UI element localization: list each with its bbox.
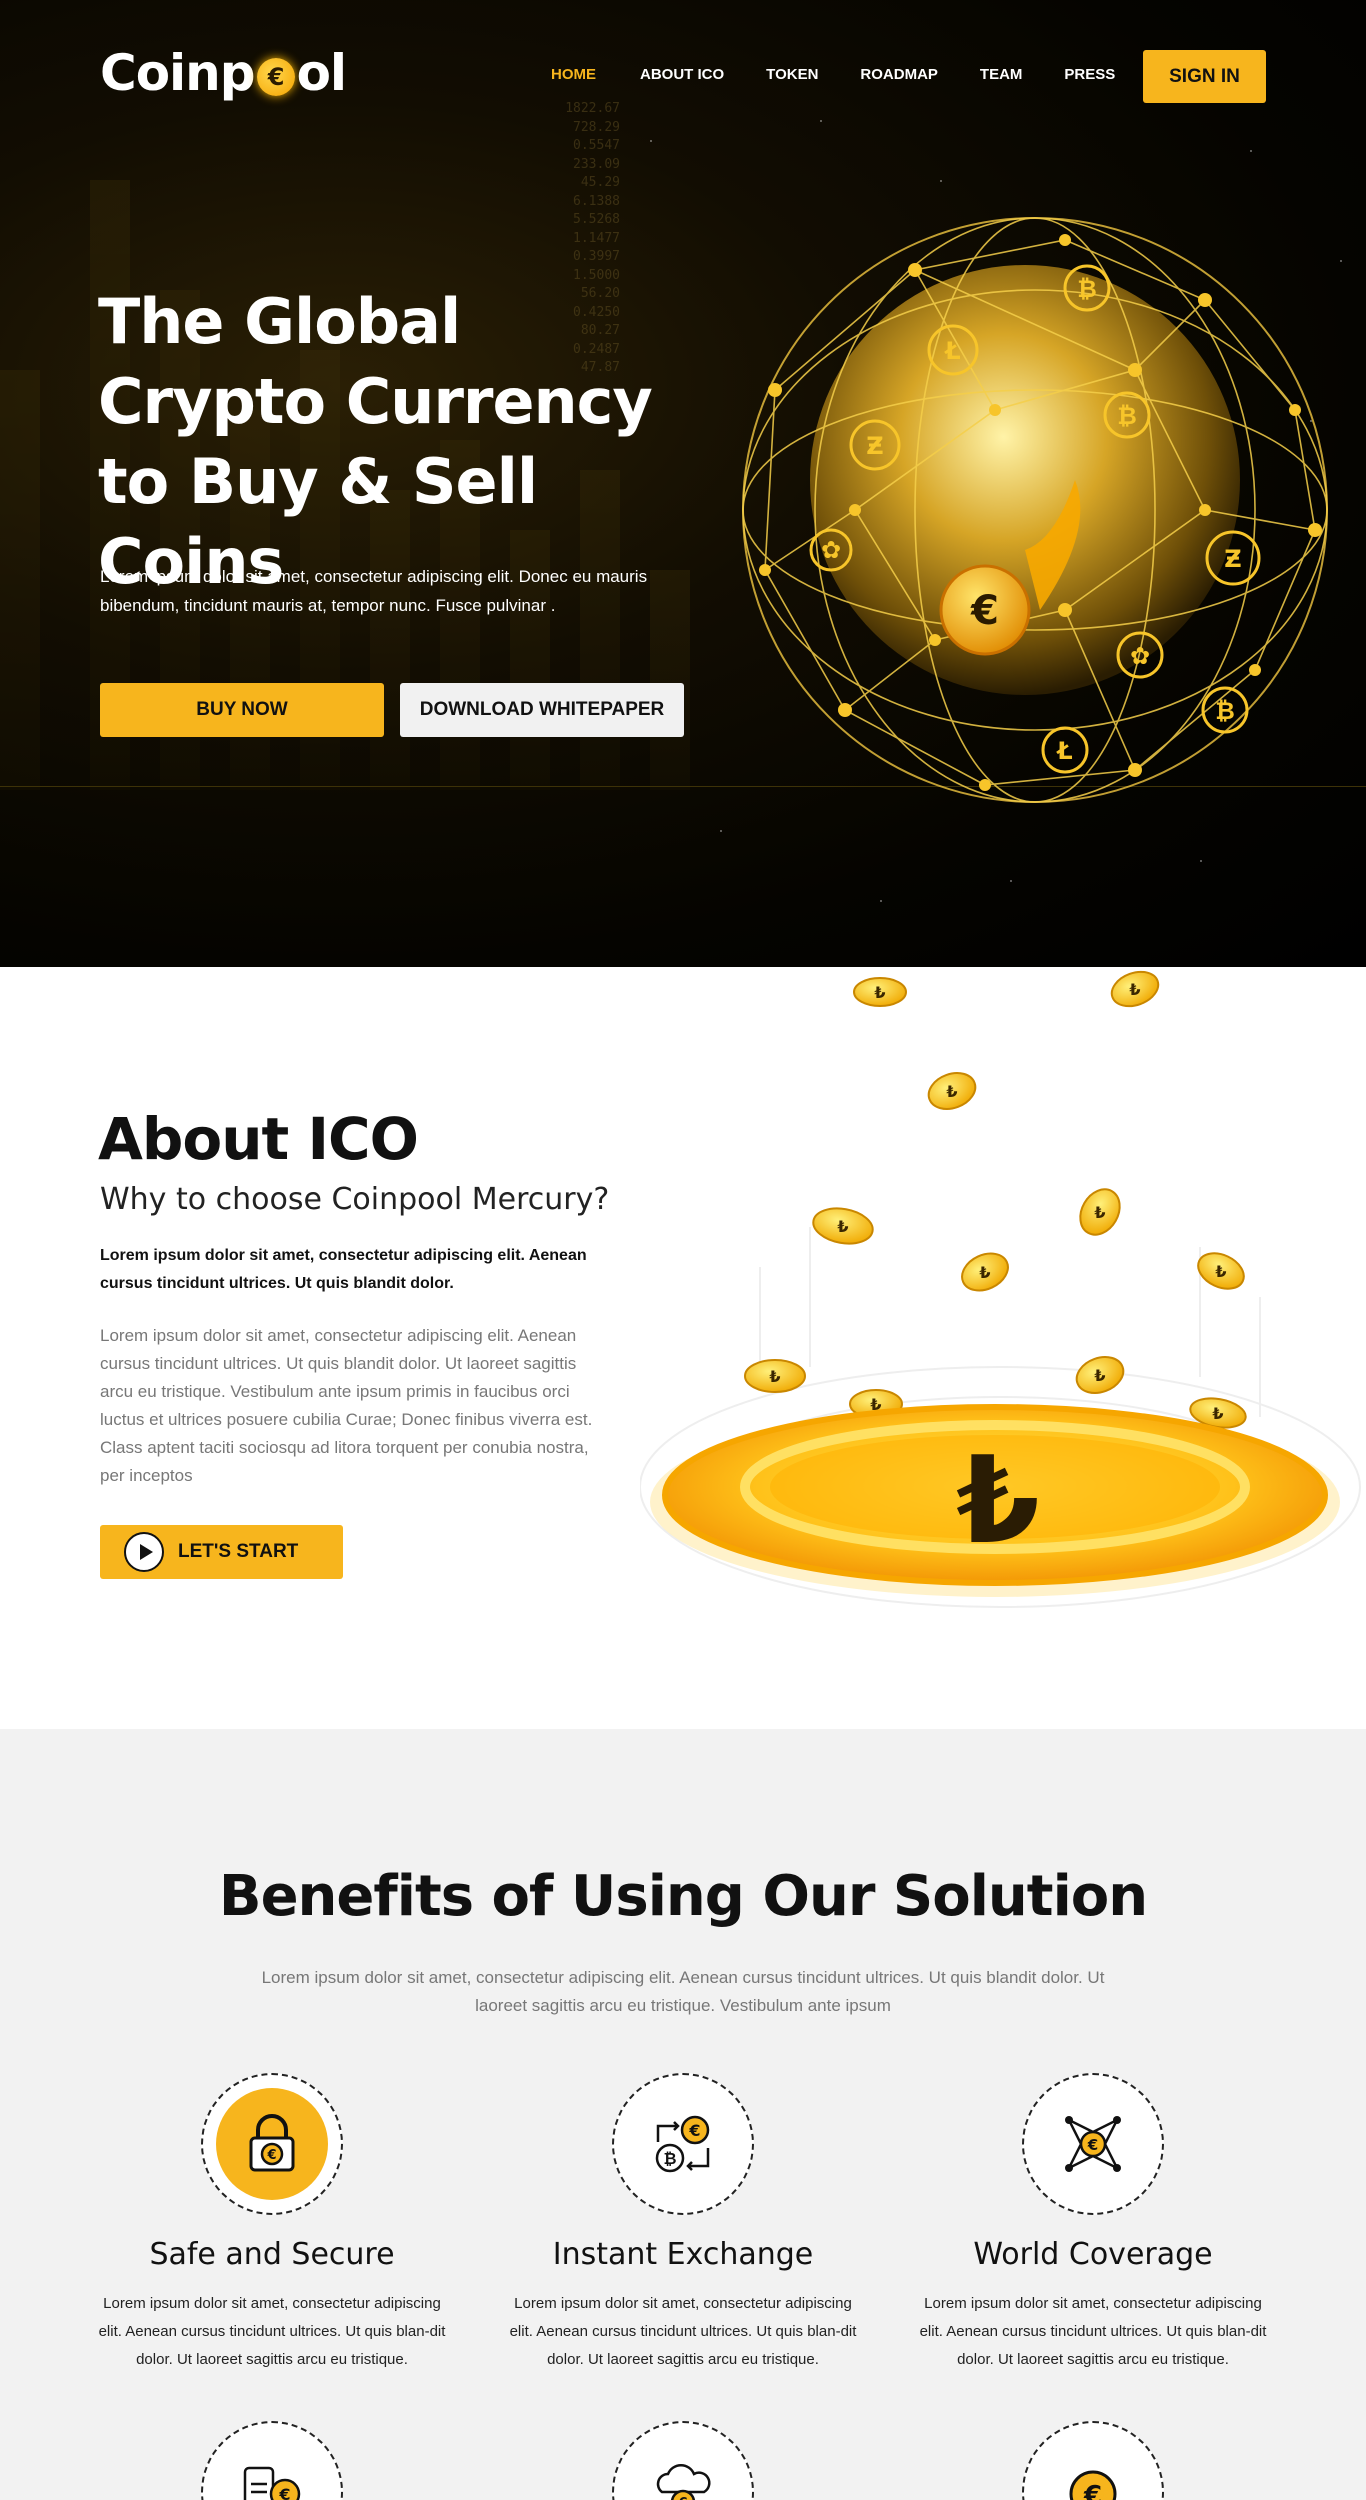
feature-icon-ring: € [1022, 2421, 1164, 2500]
svg-text:Ƶ: Ƶ [1224, 545, 1241, 573]
feature-text: Lorem ipsum dolor sit amet, consectetur … [919, 2295, 1267, 2368]
hero-title: The Global Crypto Currency to Buy & Sell… [98, 282, 738, 602]
logo[interactable]: Coinp € ol [100, 44, 347, 102]
network-coin-icon: € [1065, 2116, 1121, 2172]
crypto-globe-illustration: ₿ Ł ₿ Ƶ Ƶ ✿ Ł ₿ ✿ € [742, 217, 1328, 803]
about-section: About ICO Why to choose Coinpool Mercury… [0, 967, 1366, 1729]
logo-text-right: ol [296, 44, 347, 102]
svg-text:€: € [278, 2485, 290, 2500]
play-icon [124, 1532, 164, 1572]
feature-icon-ring: € [201, 2073, 343, 2215]
coin-icon: € [1069, 2470, 1117, 2500]
exchange-icon: € ₿ [655, 2115, 710, 2173]
hero-title-line-2: Crypto Currency [98, 365, 653, 438]
nav-token[interactable]: TOKEN [766, 66, 818, 83]
nav-press[interactable]: PRESS [1064, 66, 1115, 83]
feature-title: Safe and Secure [149, 2237, 395, 2272]
feature-row2-1: € [82, 2421, 462, 2500]
svg-text:₿: ₿ [1215, 697, 1235, 725]
svg-text:Ł: Ł [943, 337, 960, 365]
svg-text:₺: ₺ [1215, 1262, 1226, 1281]
svg-text:₺: ₺ [837, 1217, 848, 1236]
logo-text-left: Coinp [100, 44, 256, 102]
svg-text:€: € [970, 588, 999, 634]
feature-row2-3: € [903, 2421, 1283, 2500]
feature-row2-2: € [493, 2421, 873, 2500]
svg-text:€: € [266, 2148, 276, 2163]
sign-in-button[interactable]: SIGN IN [1143, 50, 1266, 103]
svg-text:₿: ₿ [663, 2149, 676, 2168]
svg-text:₺: ₺ [979, 1263, 990, 1282]
svg-text:₺: ₺ [874, 983, 885, 1002]
feature-title: Instant Exchange [552, 2237, 814, 2272]
falling-coins-illustration: ₺ ₺₺ ₺₺₺ ₺₺ ₺ ₺ ₺ ₺ [640, 970, 1361, 1608]
svg-text:€: € [1087, 2136, 1098, 2154]
lock-coin-icon: € [249, 2114, 295, 2172]
about-subtitle: Why to choose Coinpool Mercury? [100, 1182, 610, 1217]
main-nav: HOME ABOUT ICO TOKEN ROADMAP TEAM PRESS [550, 66, 1115, 83]
svg-text:Ł: Ł [1055, 737, 1072, 765]
feature-icon-ring: € ₿ [612, 2073, 754, 2215]
feature-instant-exchange: € ₿ Instant Exchange Lorem ipsum dolor s… [493, 2073, 873, 2374]
phone-coin-icon: € [243, 2466, 301, 2500]
feature-icon-ring: € [1022, 2073, 1164, 2215]
svg-text:Ƶ: Ƶ [866, 432, 883, 460]
svg-text:₿: ₿ [1117, 402, 1137, 430]
feature-icon-ring: € [201, 2421, 343, 2500]
svg-text:₺: ₺ [946, 1082, 957, 1101]
buy-now-button[interactable]: BUY NOW [100, 683, 384, 737]
svg-text:₺: ₺ [1094, 1366, 1105, 1385]
feature-safe-secure: € Safe and Secure Lorem ipsum dolor sit … [82, 2073, 462, 2374]
nav-team[interactable]: TEAM [980, 66, 1023, 83]
hero-description: Lorem ipsum dolor sit amet, consectetur … [100, 567, 648, 615]
benefits-title: Benefits of Using Our Solution [218, 1864, 1148, 1929]
about-body-text: Lorem ipsum dolor sit amet, consectetur … [100, 1326, 593, 1485]
about-lead-text: Lorem ipsum dolor sit amet, consectetur … [100, 1247, 587, 1292]
lets-start-button[interactable]: LET'S START [100, 1525, 343, 1579]
lets-start-label: LET'S START [178, 1541, 299, 1562]
feature-title: World Coverage [973, 2237, 1213, 2272]
feature-text: Lorem ipsum dolor sit amet, consectetur … [509, 2295, 857, 2368]
benefits-section: Benefits of Using Our Solution Lorem ips… [0, 1729, 1366, 2500]
cloud-coin-icon: € [656, 2464, 711, 2500]
svg-text:€: € [1083, 2481, 1102, 2500]
svg-text:€: € [688, 2121, 700, 2140]
logo-coin-icon: € [256, 58, 295, 96]
download-whitepaper-button[interactable]: DOWNLOAD WHITEPAPER [400, 683, 684, 737]
svg-text:₿: ₿ [1077, 275, 1097, 303]
hero-section: 1822.67 728.29 0.5547 233.09 45.29 6.1388 5.52… [0, 0, 1366, 967]
big-coin-symbol: ₺ [956, 1432, 1040, 1571]
svg-text:₺: ₺ [769, 1367, 780, 1386]
nav-roadmap[interactable]: ROADMAP [860, 66, 938, 83]
benefits-intro: Lorem ipsum dolor sit amet, consectetur … [261, 1968, 1105, 2015]
nav-about-ico[interactable]: ABOUT ICO [640, 66, 724, 83]
about-title: About ICO [98, 1105, 419, 1173]
svg-text:✿: ✿ [1130, 642, 1150, 670]
feature-text: Lorem ipsum dolor sit amet, consectetur … [98, 2295, 446, 2368]
feature-icon-ring: € [612, 2421, 754, 2500]
hero-title-line-1: The Global [98, 285, 461, 358]
svg-text:₺: ₺ [1129, 980, 1140, 999]
svg-text:₺: ₺ [1212, 1404, 1223, 1423]
nav-home[interactable]: HOME [551, 66, 596, 83]
svg-text:✿: ✿ [821, 536, 841, 564]
svg-text:₺: ₺ [1094, 1203, 1105, 1222]
feature-world-coverage: € World Coverage Lorem ipsum dolor sit a… [903, 2073, 1283, 2374]
svg-text:€: € [677, 2496, 687, 2500]
